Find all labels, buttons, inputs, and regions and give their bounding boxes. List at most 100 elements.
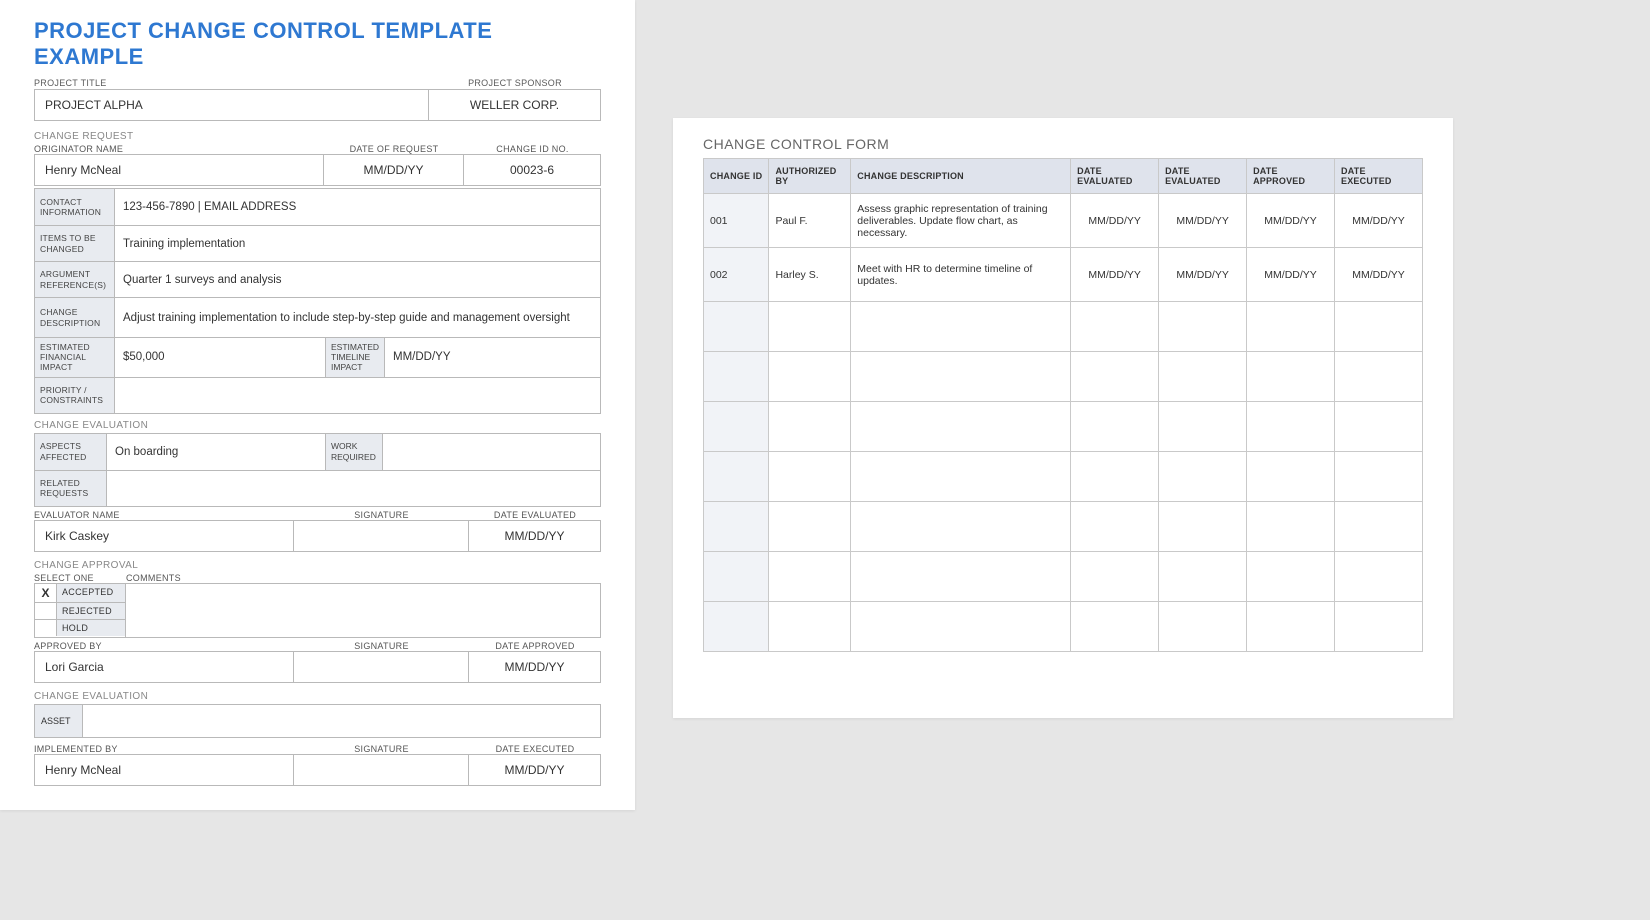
cell-date-evaluated	[1071, 502, 1159, 552]
label-select-one: SELECT ONE	[34, 573, 126, 583]
cell-authorized-by	[769, 402, 851, 452]
label-date-evaluated: DATE EVALUATED	[469, 510, 601, 520]
cell-date-executed	[1335, 502, 1423, 552]
table-row: 002Harley S.Meet with HR to determine ti…	[704, 248, 1423, 302]
evaluator-name-value: Kirk Caskey	[34, 520, 294, 552]
contact-info-value: 123-456-7890 | EMAIL ADDRESS	[115, 189, 600, 225]
table-row	[704, 352, 1423, 402]
label-date-of-request: DATE OF REQUEST	[324, 144, 464, 154]
date-of-request-value: MM/DD/YY	[324, 154, 464, 186]
cell-date-executed	[1335, 452, 1423, 502]
section-change-evaluation: CHANGE EVALUATION	[34, 420, 601, 431]
label-change-description: CHANGE DESCRIPTION	[35, 298, 115, 337]
label-priority-constraints: PRIORITY / CONSTRAINTS	[35, 378, 115, 413]
label-accepted: ACCEPTED	[57, 584, 125, 602]
evaluation-box: ASPECTS AFFECTED On boarding WORK REQUIR…	[34, 433, 601, 507]
cell-date-evaluated	[1071, 302, 1159, 352]
label-aspects-affected: ASPECTS AFFECTED	[35, 434, 107, 470]
change-id-value: 00023-6	[464, 154, 601, 186]
date-approved-value: MM/DD/YY	[469, 651, 601, 683]
table-row	[704, 552, 1423, 602]
cell-date-evaluated	[1071, 352, 1159, 402]
label-asset: ASSET	[35, 705, 83, 737]
cell-date-evaluated	[1071, 552, 1159, 602]
label-hold: HOLD	[57, 620, 125, 636]
cell-date-approved	[1247, 452, 1335, 502]
comments-value	[126, 583, 601, 638]
col-change-description: CHANGE DESCRIPTION	[851, 159, 1071, 194]
cell-date-evaluated-2	[1159, 352, 1247, 402]
cell-description	[851, 352, 1071, 402]
cell-date-executed	[1335, 402, 1423, 452]
cell-date-evaluated-2	[1159, 402, 1247, 452]
label-argument-refs: ARGUMENT REFERENCE(S)	[35, 262, 115, 297]
label-signature-2: SIGNATURE	[294, 641, 469, 651]
change-control-form-page: CHANGE CONTROL FORM CHANGE ID AUTHORIZED…	[673, 118, 1453, 718]
cell-date-executed	[1335, 352, 1423, 402]
cell-description: Meet with HR to determine timeline of up…	[851, 248, 1071, 302]
cell-authorized-by: Harley S.	[769, 248, 851, 302]
label-approved-by: APPROVED BY	[34, 641, 294, 651]
rejected-check[interactable]	[35, 603, 57, 619]
evaluator-signature-value	[294, 520, 469, 552]
cell-authorized-by	[769, 452, 851, 502]
cell-description	[851, 552, 1071, 602]
accepted-check[interactable]: X	[35, 584, 57, 602]
cell-change-id	[704, 402, 769, 452]
cell-date-approved	[1247, 552, 1335, 602]
cell-authorized-by	[769, 302, 851, 352]
form-title: CHANGE CONTROL FORM	[703, 136, 1423, 152]
work-required-value	[383, 434, 600, 470]
date-executed-value: MM/DD/YY	[469, 754, 601, 786]
cell-date-executed	[1335, 602, 1423, 652]
label-signature-3: SIGNATURE	[294, 744, 469, 754]
cell-description	[851, 502, 1071, 552]
label-contact-info: CONTACT INFORMATION	[35, 189, 115, 225]
cell-change-id: 002	[704, 248, 769, 302]
label-items-changed: ITEMS TO BE CHANGED	[35, 226, 115, 261]
label-project-sponsor: PROJECT SPONSOR	[429, 78, 601, 88]
cell-description: Assess graphic representation of trainin…	[851, 194, 1071, 248]
aspects-affected-value: On boarding	[107, 434, 325, 470]
table-row	[704, 502, 1423, 552]
hold-check[interactable]	[35, 620, 57, 636]
cell-date-approved	[1247, 302, 1335, 352]
col-date-approved: DATE APPROVED	[1247, 159, 1335, 194]
section-change-approval: CHANGE APPROVAL	[34, 560, 601, 571]
cell-description	[851, 302, 1071, 352]
argument-refs-value: Quarter 1 surveys and analysis	[115, 262, 600, 297]
label-signature-1: SIGNATURE	[294, 510, 469, 520]
section-change-evaluation-2: CHANGE EVALUATION	[34, 691, 601, 702]
label-financial-impact: ESTIMATED FINANCIAL IMPACT	[35, 338, 115, 377]
col-authorized-by: AUTHORIZED BY	[769, 159, 851, 194]
change-control-template-page: PROJECT CHANGE CONTROL TEMPLATE EXAMPLE …	[0, 0, 635, 810]
section-change-request: CHANGE REQUEST	[34, 131, 601, 142]
cell-change-id	[704, 602, 769, 652]
cell-date-evaluated	[1071, 602, 1159, 652]
cell-date-evaluated: MM/DD/YY	[1071, 248, 1159, 302]
approver-signature-value	[294, 651, 469, 683]
label-originator-name: ORIGINATOR NAME	[34, 144, 324, 154]
cell-date-evaluated	[1071, 452, 1159, 502]
cell-authorized-by	[769, 552, 851, 602]
cell-date-executed	[1335, 552, 1423, 602]
table-row	[704, 602, 1423, 652]
cell-date-approved	[1247, 402, 1335, 452]
cell-date-evaluated-2: MM/DD/YY	[1159, 194, 1247, 248]
cell-authorized-by	[769, 352, 851, 402]
approved-by-value: Lori Garcia	[34, 651, 294, 683]
col-change-id: CHANGE ID	[704, 159, 769, 194]
cell-date-evaluated-2	[1159, 452, 1247, 502]
cell-date-evaluated-2: MM/DD/YY	[1159, 248, 1247, 302]
cell-date-evaluated-2	[1159, 602, 1247, 652]
cell-change-id	[704, 452, 769, 502]
related-requests-value	[107, 471, 600, 506]
change-description-value: Adjust training implementation to includ…	[115, 298, 600, 337]
table-header-row: CHANGE ID AUTHORIZED BY CHANGE DESCRIPTI…	[704, 159, 1423, 194]
cell-date-evaluated-2	[1159, 552, 1247, 602]
cell-date-approved: MM/DD/YY	[1247, 194, 1335, 248]
priority-constraints-value	[115, 378, 600, 413]
label-work-required: WORK REQUIRED	[325, 434, 383, 470]
items-changed-value: Training implementation	[115, 226, 600, 261]
col-date-evaluated-2: DATE EVALUATED	[1159, 159, 1247, 194]
